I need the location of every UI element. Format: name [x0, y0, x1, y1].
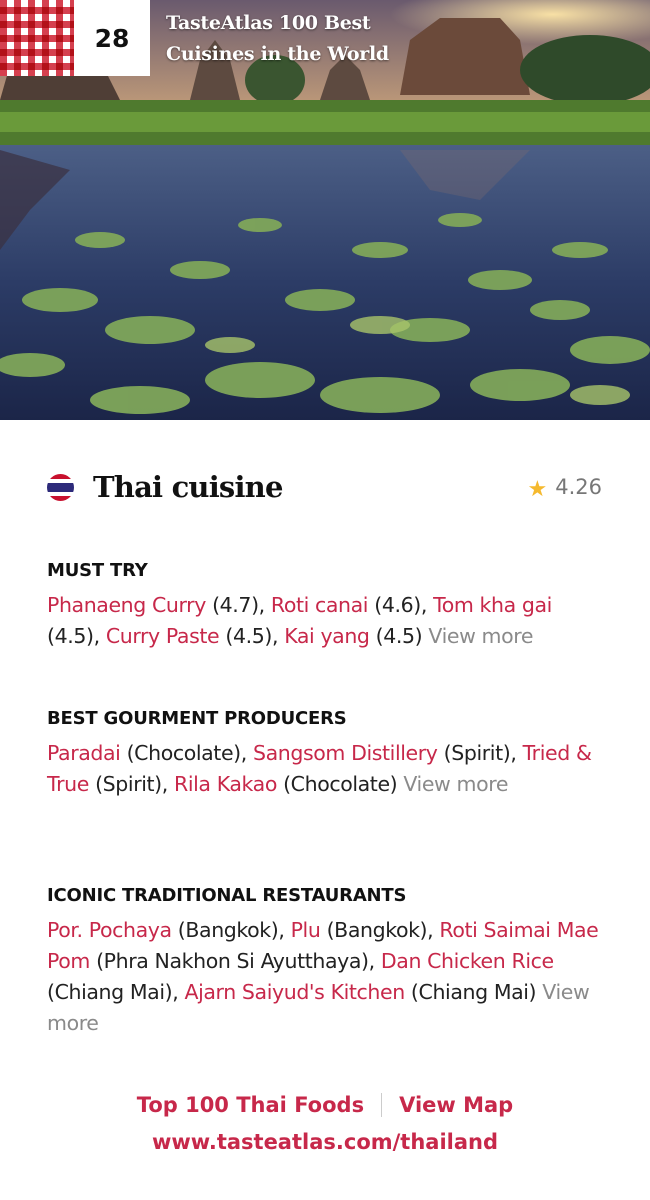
dish-rating: (4.7),	[205, 593, 271, 617]
producer-link[interactable]: Sangsom Distillery	[253, 741, 438, 765]
website-link[interactable]: www.tasteatlas.com/thailand	[0, 1130, 650, 1154]
dish-rating: (4.5)	[369, 624, 429, 648]
producer-link[interactable]: Paradai	[47, 741, 121, 765]
producer-type: (Spirit),	[88, 772, 174, 796]
list-title: TasteAtlas 100 Best Cuisines in the Worl…	[166, 12, 389, 65]
restaurant-link[interactable]: Dan Chicken Rice	[381, 949, 554, 973]
restaurant-link[interactable]: Por. Pochaya	[47, 918, 172, 942]
section-title: ICONIC TRADITIONAL RESTAURANTS	[47, 885, 407, 906]
thailand-flag-icon	[47, 473, 74, 501]
cuisine-name: Thai cuisine	[93, 470, 283, 504]
dish-rating: (4.5),	[219, 624, 285, 648]
section-title: BEST GOURMENT PRODUCERS	[47, 708, 347, 729]
restaurant-location: (Bangkok),	[171, 918, 291, 942]
view-map-link[interactable]: View Map	[399, 1093, 513, 1117]
view-more-link[interactable]: View more	[403, 772, 508, 796]
dish-link[interactable]: Kai yang	[284, 624, 370, 648]
restaurant-location: (Chiang Mai),	[47, 980, 185, 1004]
dish-link[interactable]: Roti canai	[271, 593, 369, 617]
rating-value: 4.26	[555, 475, 602, 499]
producer-type: (Chocolate),	[120, 741, 253, 765]
top-foods-link[interactable]: Top 100 Thai Foods	[137, 1093, 364, 1117]
rank-number: 28	[74, 0, 150, 76]
star-icon: ★	[527, 476, 548, 502]
section-title: MUST TRY	[47, 560, 148, 581]
card-footer: Top 100 Thai Foods View Map www.tasteatl…	[0, 1093, 650, 1154]
restaurant-location: (Phra Nakhon Si Ayutthaya),	[89, 949, 381, 973]
footer-links: Top 100 Thai Foods View Map	[0, 1093, 650, 1117]
producer-type: (Chocolate)	[276, 772, 404, 796]
restaurant-location: (Bangkok),	[320, 918, 440, 942]
footer-divider	[381, 1093, 383, 1117]
hero-photo: 28 TasteAtlas 100 Best Cuisines in the W…	[0, 0, 650, 420]
checkered-tablecloth-icon	[0, 0, 74, 76]
section-body: Paradai (Chocolate), Sangsom Distillery …	[47, 738, 607, 800]
section-traditional-restaurants: ICONIC TRADITIONAL RESTAURANTS Por. Poch…	[47, 885, 607, 1039]
producer-type: (Spirit),	[437, 741, 523, 765]
section-must-try: MUST TRY Phanaeng Curry (4.7), Roti cana…	[47, 560, 607, 652]
view-more-link[interactable]: View more	[428, 624, 533, 648]
section-body: Por. Pochaya (Bangkok), Plu (Bangkok), R…	[47, 915, 607, 1039]
dish-rating: (4.6),	[368, 593, 434, 617]
section-gourmet-producers: BEST GOURMENT PRODUCERS Paradai (Chocola…	[47, 708, 607, 800]
dish-rating: (4.5),	[47, 624, 106, 648]
producer-link[interactable]: Rila Kakao	[174, 772, 277, 796]
dish-link[interactable]: Tom kha gai	[433, 593, 552, 617]
restaurant-link[interactable]: Ajarn Saiyud's Kitchen	[184, 980, 405, 1004]
dish-link[interactable]: Curry Paste	[106, 624, 220, 648]
cuisine-header: Thai cuisine ★ 4.26	[47, 462, 602, 512]
dish-link[interactable]: Phanaeng Curry	[47, 593, 206, 617]
restaurant-link[interactable]: Plu	[291, 918, 321, 942]
section-body: Phanaeng Curry (4.7), Roti canai (4.6), …	[47, 590, 607, 652]
restaurant-location: (Chiang Mai)	[404, 980, 543, 1004]
cuisine-card: 28 TasteAtlas 100 Best Cuisines in the W…	[0, 0, 650, 1200]
cuisine-rating: ★ 4.26	[527, 475, 603, 502]
rank-badge: 28	[0, 0, 150, 76]
